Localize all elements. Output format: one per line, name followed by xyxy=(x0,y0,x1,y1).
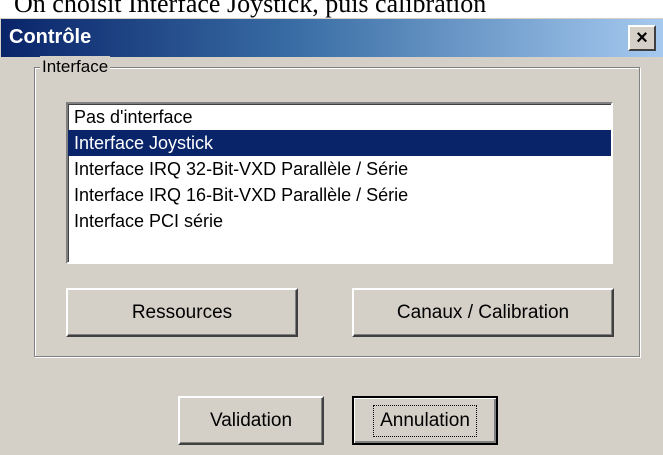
list-item-irq-32bit[interactable]: Interface IRQ 32-Bit-VXD Parallèle / Sér… xyxy=(68,156,611,182)
list-item-pci-serial[interactable]: Interface PCI série xyxy=(68,208,611,234)
cancel-button-label: Annulation xyxy=(373,404,477,437)
list-item-no-interface[interactable]: Pas d'interface xyxy=(68,104,611,130)
resources-button[interactable]: Ressources xyxy=(66,288,298,337)
close-icon: × xyxy=(636,27,648,49)
cancel-button[interactable]: Annulation xyxy=(352,396,498,445)
channels-calibration-button[interactable]: Canaux / Calibration xyxy=(352,288,614,337)
title-bar[interactable]: Contrôle × xyxy=(1,19,663,57)
caption-text: On choisit Interface Joystick, puis cali… xyxy=(14,0,487,18)
list-item-joystick[interactable]: Interface Joystick xyxy=(68,130,611,156)
validate-button[interactable]: Validation xyxy=(178,396,324,445)
channels-calibration-label: Canaux / Calibration xyxy=(396,301,570,323)
resources-button-label: Ressources xyxy=(131,301,233,323)
window-title: Contrôle xyxy=(9,26,92,48)
list-item-irq-16bit[interactable]: Interface IRQ 16-Bit-VXD Parallèle / Sér… xyxy=(68,182,611,208)
validate-button-label: Validation xyxy=(209,409,293,431)
interface-group-label: Interface xyxy=(40,56,111,78)
interface-listbox[interactable]: Pas d'interface Interface Joystick Inter… xyxy=(66,102,613,264)
close-button[interactable]: × xyxy=(628,25,656,51)
